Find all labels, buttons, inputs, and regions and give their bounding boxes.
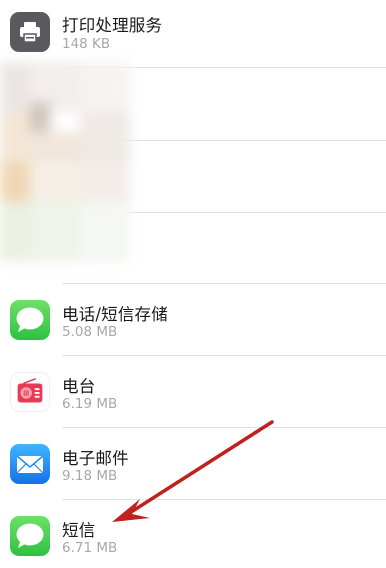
app-size: 5.08 MB bbox=[62, 324, 118, 340]
app-size: 9.18 MB bbox=[62, 468, 118, 484]
printer-icon bbox=[10, 12, 50, 52]
row-divider bbox=[62, 499, 386, 500]
mail-envelope-icon bbox=[10, 444, 50, 484]
message-bubble-icon bbox=[10, 300, 50, 340]
row-divider bbox=[62, 355, 386, 356]
app-name: 电话/短信存储 bbox=[62, 305, 168, 324]
app-name: 短信 bbox=[62, 521, 96, 540]
app-name: 电子邮件 bbox=[62, 449, 129, 468]
app-name: 电台 bbox=[62, 377, 96, 396]
app-row-radio[interactable]: 电台 6.19 MB bbox=[0, 359, 386, 431]
app-size: 6.19 MB bbox=[62, 396, 118, 412]
app-size: 148 KB bbox=[62, 36, 111, 52]
app-row-messages[interactable]: 短信 6.71 MB bbox=[0, 503, 386, 568]
app-row-telephony-storage[interactable]: 电话/短信存储 5.08 MB bbox=[0, 287, 386, 359]
app-name: 打印处理服务 bbox=[62, 16, 163, 35]
storage-app-list: 打印处理服务 148 KB 电话/短信存储 5.08 MB 电台 6.19 MB… bbox=[0, 0, 386, 568]
row-divider bbox=[62, 283, 386, 284]
redacted-region bbox=[0, 62, 140, 262]
message-bubble-icon bbox=[10, 516, 50, 556]
app-row-email[interactable]: 电子邮件 9.18 MB bbox=[0, 431, 386, 503]
radio-icon bbox=[10, 372, 50, 412]
app-size: 6.71 MB bbox=[62, 540, 118, 556]
row-divider bbox=[62, 427, 386, 428]
